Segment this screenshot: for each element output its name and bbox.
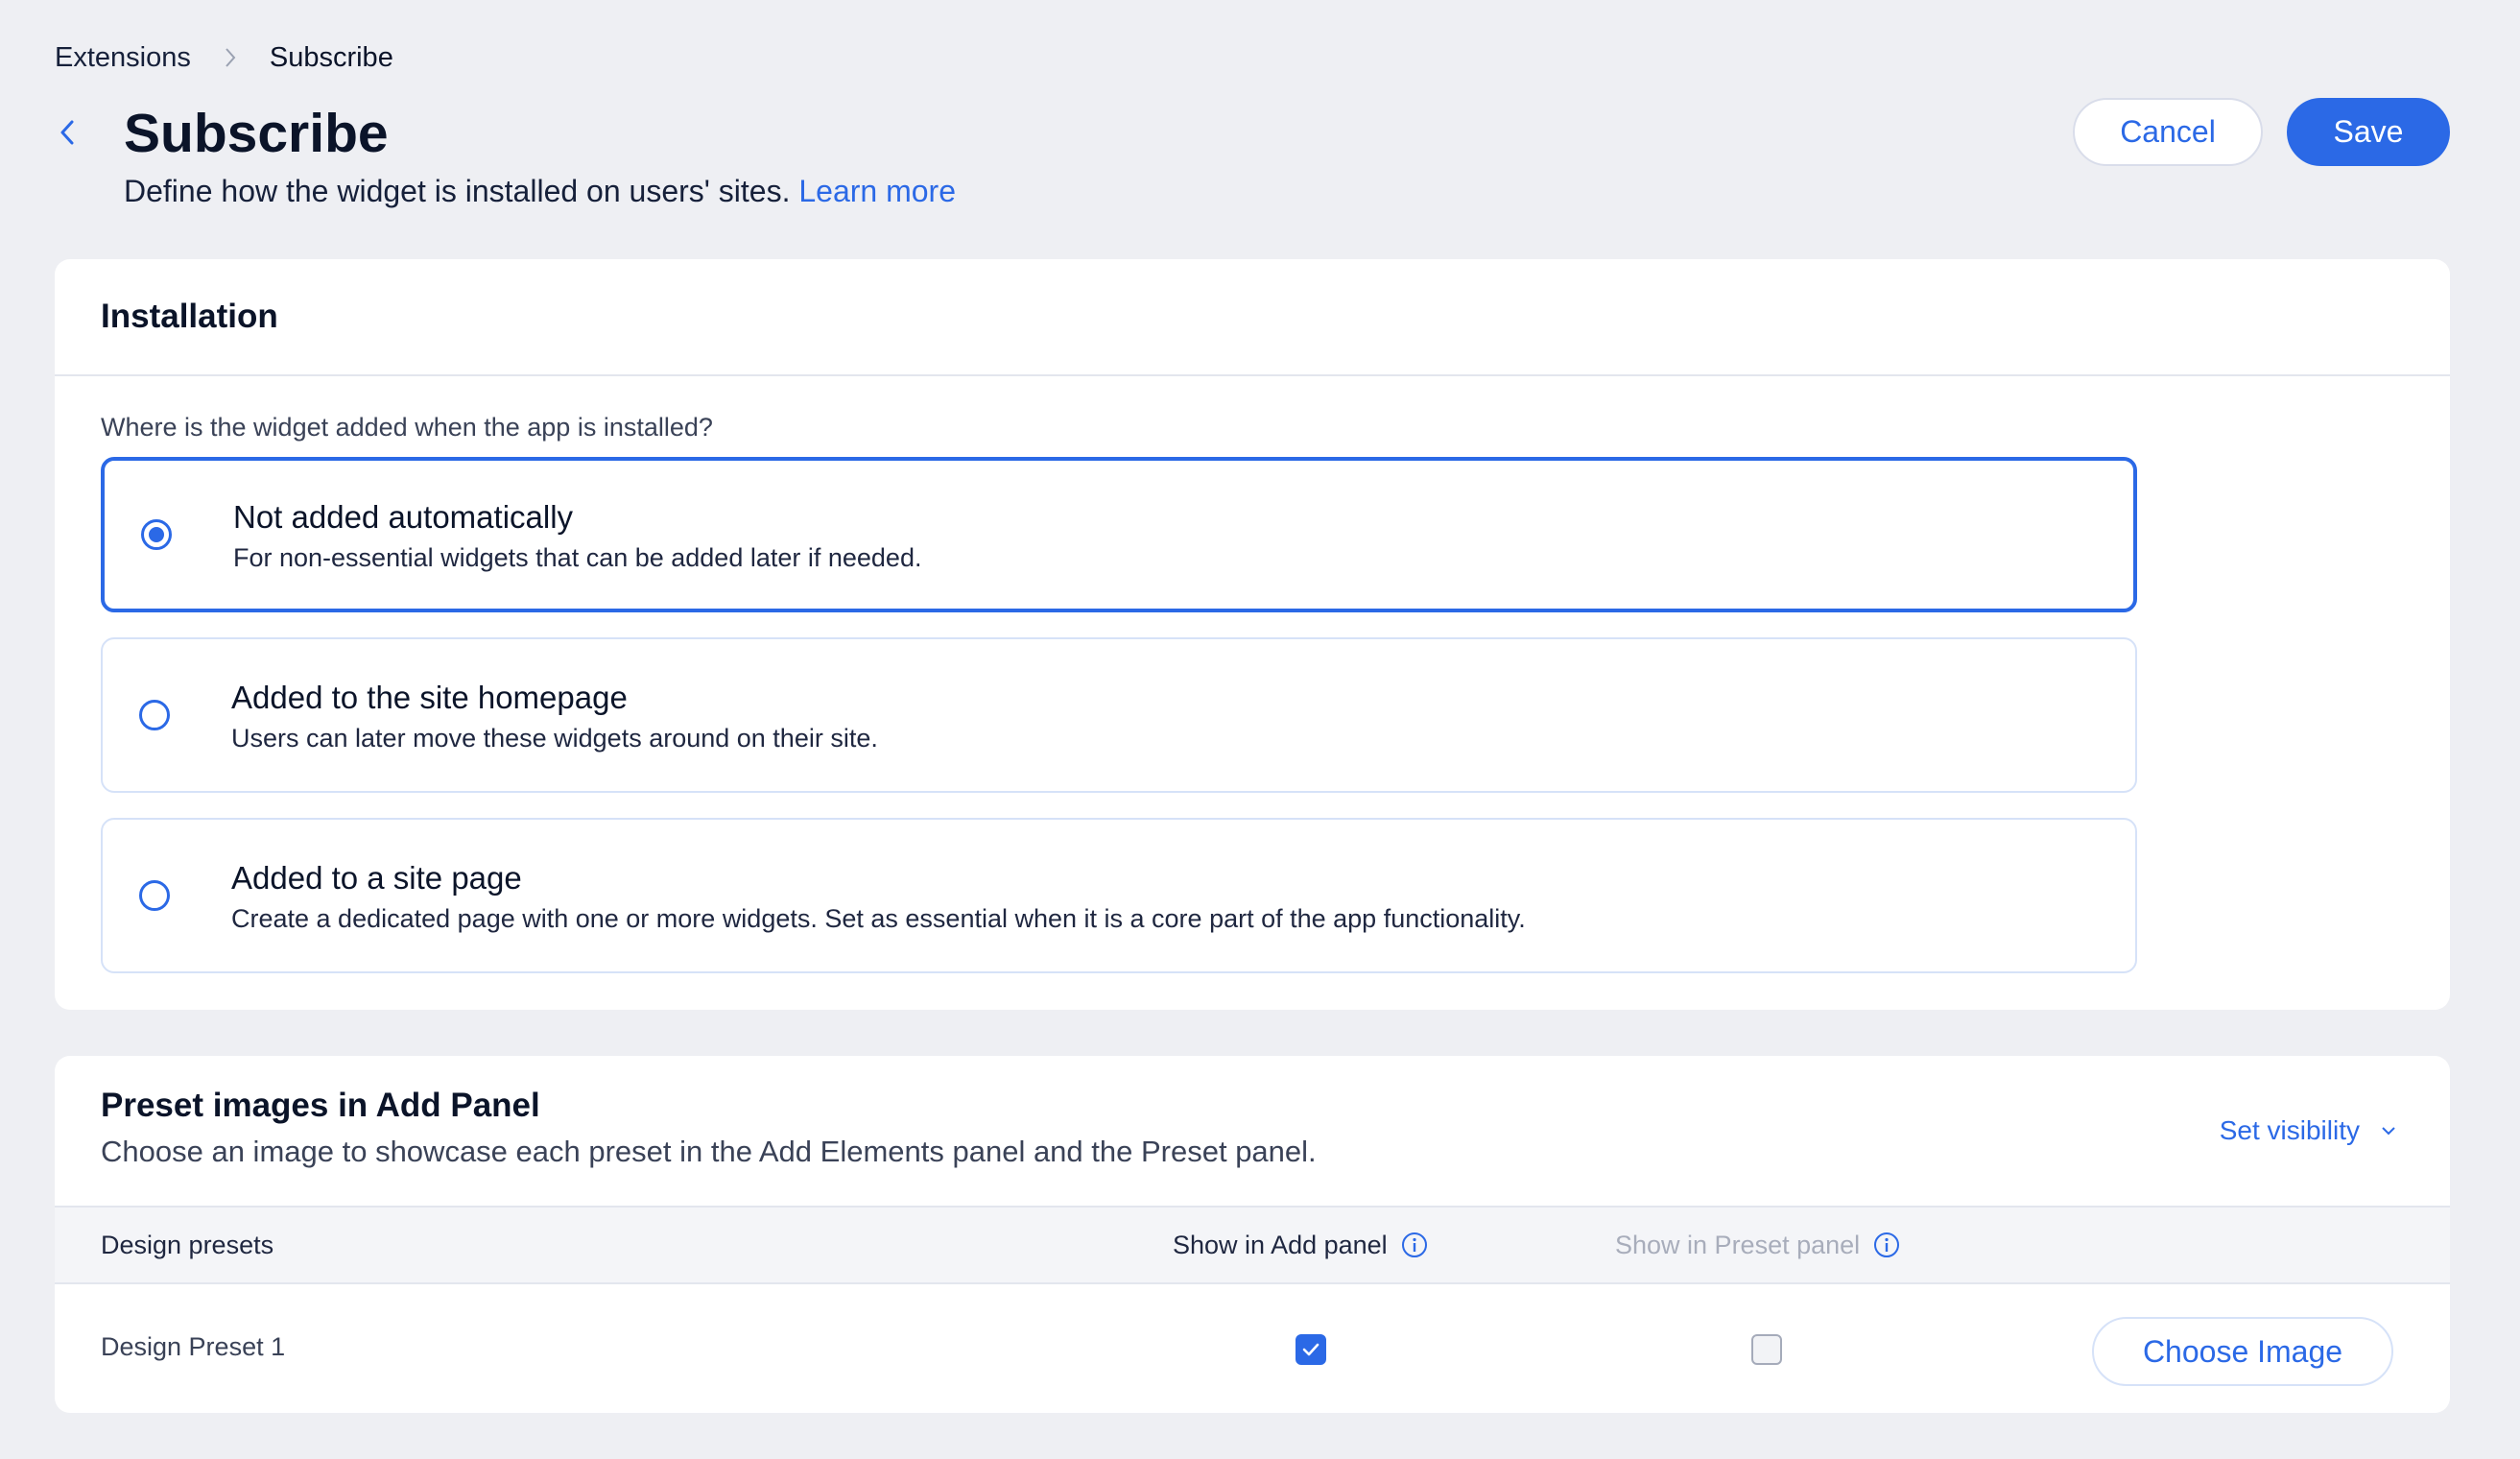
column-show-add-label: Show in Add panel bbox=[1173, 1230, 1388, 1259]
option-title: Added to a site page bbox=[231, 860, 522, 896]
table-header: Design presets Show in Add panel Show in… bbox=[55, 1206, 2450, 1284]
radio-not-added[interactable] bbox=[141, 519, 172, 550]
learn-more-link[interactable]: Learn more bbox=[798, 174, 956, 208]
preset-images-card: Preset images in Add Panel Choose an ima… bbox=[55, 1056, 2450, 1413]
installation-title: Installation bbox=[101, 298, 278, 335]
page-subtitle: Define how the widget is installed on us… bbox=[124, 171, 956, 211]
chevron-left-icon bbox=[60, 120, 74, 145]
breadcrumb: Extensions Subscribe bbox=[55, 40, 393, 75]
option-desc: For non-essential widgets that can be ad… bbox=[233, 543, 922, 572]
preset-description: Choose an image to showcase each preset … bbox=[101, 1135, 1317, 1168]
save-button[interactable]: Save bbox=[2287, 98, 2450, 166]
page-title: Subscribe bbox=[124, 103, 389, 164]
breadcrumb-current: Subscribe bbox=[269, 41, 393, 73]
option-desc: Create a dedicated page with one or more… bbox=[231, 904, 1526, 933]
show-in-preset-panel-checkbox[interactable] bbox=[1751, 1334, 1782, 1365]
preset-title: Preset images in Add Panel bbox=[101, 1087, 540, 1124]
column-show-preset-label: Show in Preset panel bbox=[1615, 1230, 1861, 1259]
show-in-add-panel-checkbox[interactable] bbox=[1296, 1334, 1326, 1365]
option-not-added[interactable]: Not added automatically For non-essentia… bbox=[101, 457, 2137, 612]
radio-site-page[interactable] bbox=[139, 880, 170, 911]
column-design-presets: Design presets bbox=[101, 1230, 274, 1259]
column-show-preset: Show in Preset panel bbox=[1615, 1208, 1900, 1282]
cancel-button[interactable]: Cancel bbox=[2073, 98, 2263, 166]
preset-name: Design Preset 1 bbox=[101, 1332, 286, 1361]
back-button[interactable] bbox=[50, 113, 84, 152]
set-visibility-label: Set visibility bbox=[2219, 1115, 2360, 1145]
chevron-right-icon bbox=[224, 46, 237, 69]
info-icon[interactable] bbox=[1873, 1232, 1900, 1258]
radio-homepage[interactable] bbox=[139, 700, 170, 730]
check-icon bbox=[1302, 1343, 1319, 1356]
option-site-page[interactable]: Added to a site page Create a dedicated … bbox=[101, 818, 2137, 973]
chevron-down-icon bbox=[2382, 1127, 2395, 1136]
set-visibility-dropdown[interactable]: Set visibility bbox=[2220, 1115, 2396, 1146]
info-icon[interactable] bbox=[1401, 1232, 1428, 1258]
option-homepage[interactable]: Added to the site homepage Users can lat… bbox=[101, 637, 2137, 793]
option-title: Added to the site homepage bbox=[231, 680, 628, 715]
choose-image-button[interactable]: Choose Image bbox=[2092, 1317, 2393, 1386]
column-show-add: Show in Add panel bbox=[1173, 1208, 1428, 1282]
installation-question: Where is the widget added when the app i… bbox=[101, 413, 713, 442]
divider bbox=[55, 374, 2450, 376]
option-desc: Users can later move these widgets aroun… bbox=[231, 724, 878, 753]
breadcrumb-extensions[interactable]: Extensions bbox=[55, 42, 191, 74]
installation-card: Installation Where is the widget added w… bbox=[55, 259, 2450, 1010]
page-subtitle-text: Define how the widget is installed on us… bbox=[124, 174, 791, 208]
option-title: Not added automatically bbox=[233, 499, 574, 535]
